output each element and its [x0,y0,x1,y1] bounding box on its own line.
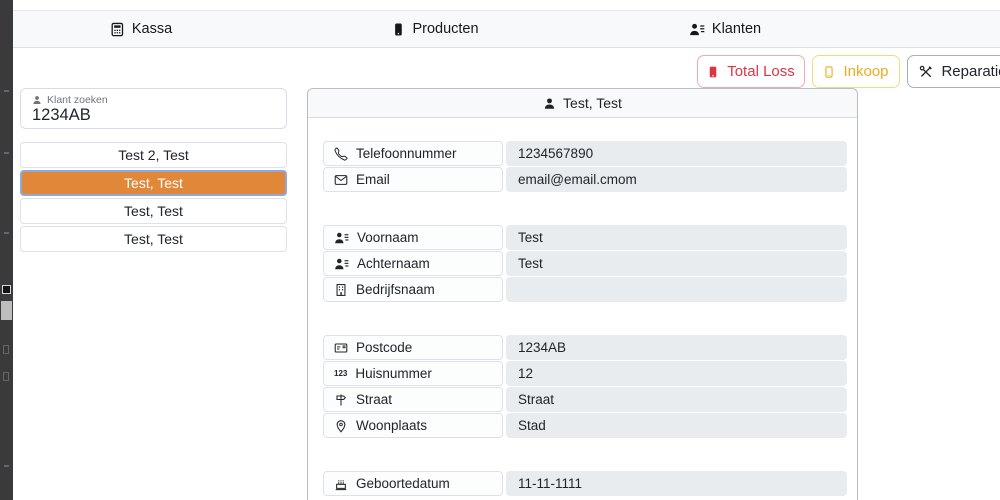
field-value: 11-11-1111 [506,471,847,496]
field-value: Test [506,251,847,276]
client-detail-title: Test, Test [563,95,622,111]
signpost-icon [336,393,347,406]
field-label: Postcode [323,335,503,360]
field-label: Bedrijfsnaam [323,277,503,302]
birthdate-group: Geboortedatum 11-11-1111 [323,471,847,496]
field-row-voornaam: Voornaam Test [323,225,847,250]
cake-icon [335,479,347,490]
strip-glyph [3,345,9,354]
app-window: Kassa Producten Klanten Total Loss Inkoo… [0,0,1000,500]
field-label-text: Achternaam [357,256,430,271]
field-label-text: Woonplaats [356,418,428,433]
field-value: Stad [506,413,847,438]
reparatie-button[interactable]: Reparatie [907,55,1000,88]
field-row-email: Email email@email.cmom [323,167,847,192]
inkoop-button[interactable]: Inkoop [812,55,900,88]
strip-glyph [4,465,9,467]
field-row-bedrijfsnaam: Bedrijfsnaam [323,277,847,302]
field-value: email@email.cmom [506,167,847,192]
client-list: Test 2, Test Test, Test Test, Test Test,… [20,142,287,254]
field-row-huisnummer: 123 Huisnummer 12 [323,361,847,386]
field-label-text: Straat [356,392,393,407]
field-row-straat: Straat Straat [323,387,847,412]
field-label: Straat [323,387,503,412]
strip-glyph [4,152,9,154]
postcard-icon [334,342,348,353]
background-window-strip [0,0,13,500]
field-label: Email [323,167,503,192]
building-icon [336,283,346,296]
client-detail-card: Test, Test Telefoonnummer 1234567890 Ema… [307,88,858,500]
client-search-card: Klant zoeken [20,88,287,129]
client-search-input[interactable] [32,106,275,125]
phone-fill-icon [709,66,717,77]
field-row-woonplaats: Woonplaats Stad [323,413,847,438]
client-detail-header: Test, Test [308,89,857,118]
button-label: Total Loss [727,63,795,80]
field-value: 1234AB [506,335,847,360]
nav-tab-producten[interactable]: Producten [391,11,479,47]
field-value: Test [506,225,847,250]
field-label-text: Postcode [356,340,413,355]
field-label-text: Voornaam [357,230,419,245]
field-row-telefoonnummer: Telefoonnummer 1234567890 [323,141,847,166]
top-navbar: Kassa Producten Klanten [13,10,1000,48]
strip-glyph [3,372,9,381]
contact-group: Telefoonnummer 1234567890 Email email@em… [323,141,847,192]
client-list-item-selected[interactable]: Test, Test [20,170,287,196]
person-lines-icon [335,258,349,269]
strip-glyph [4,232,9,234]
person-icon [544,97,555,109]
envelope-icon [334,174,348,185]
name-group: Voornaam Test Achternaam Test Bedrijfsna… [323,225,847,302]
field-label: 123 Huisnummer [323,361,503,386]
client-detail-body: Telefoonnummer 1234567890 Email email@em… [308,118,857,496]
field-label-text: Bedrijfsnaam [356,282,435,297]
field-label: Geboortedatum [323,471,503,496]
field-label: Telefoonnummer [323,141,503,166]
button-label: Inkoop [843,63,889,80]
field-value [506,277,847,302]
client-list-item[interactable]: Test, Test [20,198,287,224]
phone-outline-icon [825,65,834,78]
nav-tab-label: Klanten [711,21,762,37]
nav-tab-klanten[interactable]: Klanten [689,11,761,47]
field-label: Woonplaats [323,413,503,438]
strip-scroll-thumb [1,301,12,320]
strip-glyph [4,90,9,92]
nav-tab-label: Kassa [131,21,173,37]
field-label: Achternaam [323,251,503,276]
telephone-icon [334,146,348,161]
total-loss-button[interactable]: Total Loss [697,55,805,88]
client-search-label-text: Klant zoeken [47,94,108,106]
client-list-item[interactable]: Test, Test [20,226,287,252]
field-label-text: Geboortedatum [356,476,450,491]
client-list-item[interactable]: Test 2, Test [20,142,287,168]
person-lines-icon [690,23,705,35]
cash-register-icon [111,22,124,36]
field-row-postcode: Postcode 1234AB [323,335,847,360]
nav-tab-kassa[interactable]: Kassa [110,11,172,47]
geo-pin-icon [336,419,346,433]
numbers-123-icon: 123 [334,368,348,378]
person-lines-icon [335,232,349,243]
field-label-text: Email [356,172,390,187]
address-group: Postcode 1234AB 123 Huisnummer 12 Straat… [323,335,847,438]
field-label-text: Telefoonnummer [356,146,457,161]
field-row-achternaam: Achternaam Test [323,251,847,276]
phone-fill-icon [395,23,402,35]
strip-swatch-icon [2,285,11,294]
field-row-geboortedatum: Geboortedatum 11-11-1111 [323,471,847,496]
nav-tab-label: Producten [412,21,479,37]
field-value: Straat [506,387,847,412]
field-label: Voornaam [323,225,503,250]
client-search-label: Klant zoeken [32,94,275,106]
tools-icon [920,65,933,77]
person-icon [33,96,41,104]
field-value: 12 [506,361,847,386]
field-value: 1234567890 [506,141,847,166]
button-label: Reparatie [941,63,1000,80]
field-label-text: Huisnummer [355,366,432,381]
